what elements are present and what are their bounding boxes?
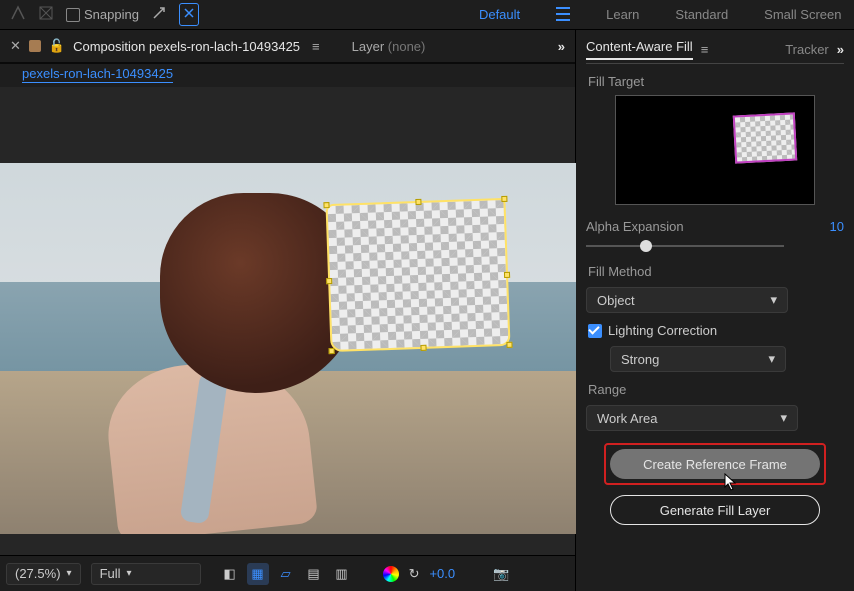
panel-header: Content-Aware Fill ≡ Tracker » — [586, 36, 844, 64]
fill-method-value: Object — [597, 293, 635, 308]
fill-target-label: Fill Target — [588, 74, 844, 89]
range-label: Range — [588, 382, 844, 397]
fast-preview-icon[interactable]: ◧ — [219, 563, 241, 585]
region-of-interest-icon[interactable]: ▤ — [303, 563, 325, 585]
checkbox-icon — [66, 8, 80, 22]
channel-icon[interactable]: ▥ — [331, 563, 353, 585]
create-reference-frame-button[interactable]: Create Reference Frame — [610, 449, 820, 479]
workspace-learn[interactable]: Learn — [606, 7, 639, 22]
alpha-expansion-label: Alpha Expansion — [586, 219, 684, 234]
lighting-strength-dropdown[interactable]: Strong ▾ — [610, 346, 786, 372]
generate-fill-layer-button[interactable]: Generate Fill Layer — [610, 495, 820, 525]
create-reference-highlight: Create Reference Frame — [604, 443, 826, 485]
panel-menu-icon[interactable]: ≡ — [701, 42, 709, 57]
chevron-down-icon: ▾ — [67, 568, 72, 579]
color-management-icon[interactable] — [383, 566, 399, 582]
comp-chip-icon — [29, 40, 41, 52]
snapping-label: Snapping — [84, 7, 139, 22]
lock-icon[interactable]: 🔓 — [49, 38, 65, 54]
panel-title[interactable]: Content-Aware Fill — [586, 39, 693, 60]
resolution-value: Full — [100, 566, 121, 581]
composition-pane: ✕ 🔓 Composition pexels-ron-lach-10493425… — [0, 30, 576, 591]
alpha-expansion-slider[interactable] — [586, 238, 784, 254]
panel-overflow-icon[interactable]: » — [837, 42, 844, 57]
tracker-tab[interactable]: Tracker — [785, 42, 829, 57]
lighting-strength-value: Strong — [621, 352, 659, 367]
chevron-down-icon: ▾ — [770, 292, 777, 308]
thumbnail-mask — [733, 112, 797, 163]
panel-overflow-icon[interactable]: » — [558, 39, 565, 54]
workspace-small-screen[interactable]: Small Screen — [764, 7, 841, 22]
composition-tab-label[interactable]: Composition pexels-ron-lach-10493425 — [73, 39, 300, 54]
snapping-toggle[interactable]: Snapping — [66, 7, 139, 22]
resolution-dropdown[interactable]: Full ▾ — [91, 563, 201, 585]
composition-tabrow: ✕ 🔓 Composition pexels-ron-lach-10493425… — [0, 30, 575, 64]
composition-viewport[interactable] — [0, 163, 576, 534]
snap-collapse-icon[interactable] — [179, 3, 199, 26]
range-dropdown[interactable]: Work Area ▾ — [586, 405, 798, 431]
workspace-menu-icon[interactable] — [556, 7, 570, 21]
chevron-down-icon: ▾ — [768, 351, 775, 367]
zoom-dropdown[interactable]: (27.5%) ▾ — [6, 563, 81, 585]
app-topbar: Snapping Default Learn Standard Small Sc… — [0, 0, 854, 30]
mask-selection[interactable] — [325, 198, 510, 352]
viewer-area — [0, 87, 575, 555]
mask-visibility-icon[interactable]: ▱ — [275, 563, 297, 585]
workspace-default[interactable]: Default — [479, 7, 520, 22]
fill-method-dropdown[interactable]: Object ▾ — [586, 287, 788, 313]
mesh-tool-icon[interactable] — [38, 5, 54, 24]
close-panel-icon[interactable]: ✕ — [10, 38, 21, 54]
reset-exposure-icon[interactable]: ↻ — [409, 566, 420, 582]
fill-method-label: Fill Method — [588, 264, 844, 279]
tab-menu-icon[interactable]: ≡ — [312, 39, 320, 54]
layer-tab[interactable]: Layer (none) — [352, 39, 426, 54]
viewer-footer: (27.5%) ▾ Full ▾ ◧ ▦ ▱ ▤ ▥ ↻ +0.0 📷 — [0, 555, 575, 591]
workspace-standard[interactable]: Standard — [675, 7, 728, 22]
chevron-down-icon: ▾ — [127, 568, 132, 579]
chevron-down-icon: ▾ — [780, 410, 787, 426]
anchor-tool-icon[interactable] — [10, 5, 26, 24]
exposure-value[interactable]: +0.0 — [429, 566, 455, 581]
content-aware-fill-panel: Content-Aware Fill ≡ Tracker » Fill Targ… — [576, 30, 854, 591]
workspace-tabs: Default Learn Standard Small Screen — [479, 7, 842, 22]
alpha-expansion-value[interactable]: 10 — [830, 219, 844, 234]
zoom-value: (27.5%) — [15, 566, 61, 581]
cursor-icon — [724, 473, 738, 491]
fill-target-thumbnail — [615, 95, 815, 205]
lighting-correction-label: Lighting Correction — [608, 323, 717, 338]
snap-expand-icon[interactable] — [151, 5, 167, 24]
breadcrumb[interactable]: pexels-ron-lach-10493425 — [0, 64, 575, 83]
breadcrumb-link[interactable]: pexels-ron-lach-10493425 — [22, 66, 173, 83]
range-value: Work Area — [597, 411, 657, 426]
lighting-correction-toggle[interactable]: Lighting Correction — [588, 323, 844, 338]
transparency-grid-icon[interactable]: ▦ — [247, 563, 269, 585]
snapshot-icon[interactable]: 📷 — [493, 566, 509, 582]
checkbox-checked-icon — [588, 324, 602, 338]
